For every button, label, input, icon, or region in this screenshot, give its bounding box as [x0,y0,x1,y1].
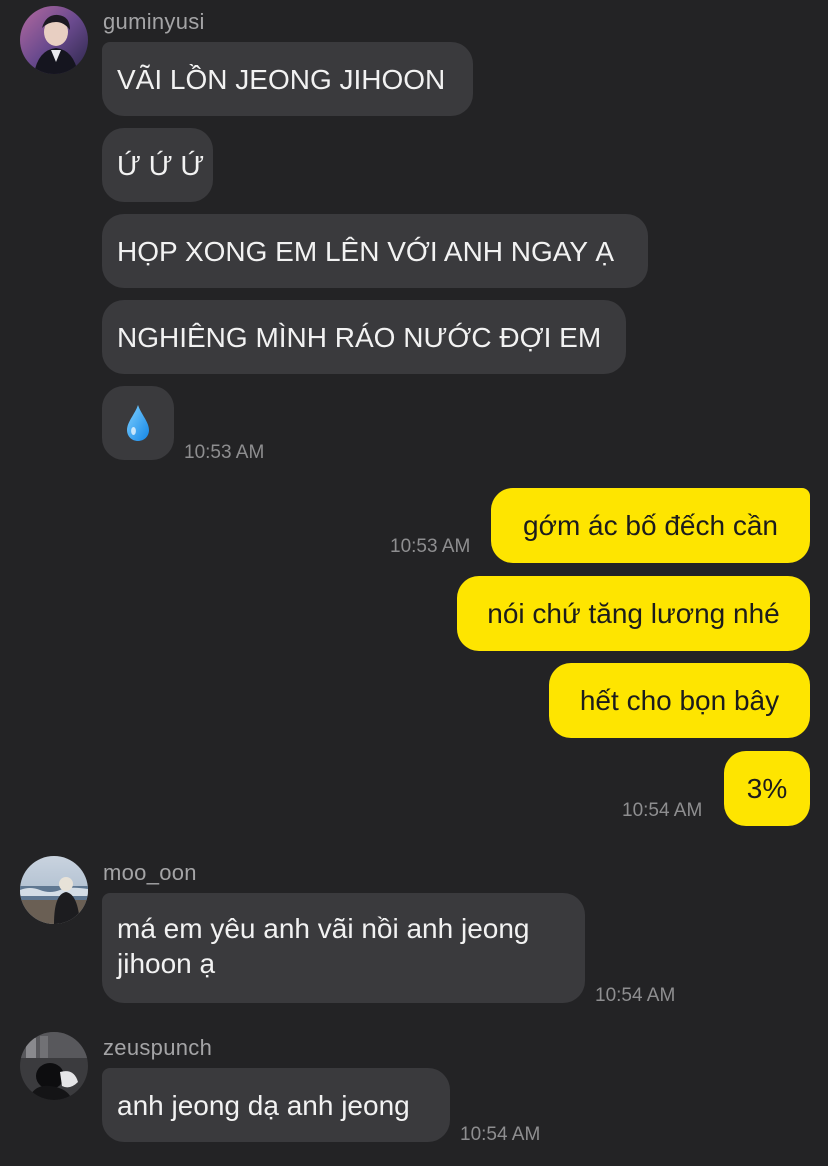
message-bubble[interactable]: VÃI LỒN JEONG JIHOON [102,42,473,116]
avatar-guminyusi[interactable] [20,6,88,74]
message-text: 3% [746,773,788,804]
water-drop-icon [127,405,149,441]
chat-view: guminyusi VÃI LỒN JEONG JIHOON Ứ Ứ Ứ HỌP… [0,0,828,1166]
message-text: nói chứ tăng lương nhé [487,598,780,629]
message-text: hết cho bọn bây [579,685,780,716]
message-bubble[interactable]: HỌP XONG EM LÊN VỚI ANH NGAY Ạ [102,214,648,288]
message-text: Ứ Ứ Ứ [117,149,205,181]
avatar-moo-oon[interactable] [20,856,88,924]
message-bubble[interactable] [102,386,174,460]
message-text: má em yêu anh vãi nồi anh jeong jihoon ạ [117,913,530,979]
sender-name: zeuspunch [103,1035,213,1060]
timestamp: 10:53 AM [390,536,471,557]
timestamp: 10:54 AM [460,1124,541,1145]
message-text: anh jeong dạ anh jeong [117,1089,410,1121]
message-bubble[interactable]: Ứ Ứ Ứ [102,128,213,202]
sender-name: guminyusi [103,9,205,34]
message-text: gớm ác bố đếch cần [523,510,778,541]
message-text: NGHIÊNG MÌNH RÁO NƯỚC ĐỢI EM [117,321,602,353]
profile-photo-guminyusi [20,6,88,74]
timestamp: 10:53 AM [184,442,265,463]
profile-photo-moo-oon [20,856,88,924]
timestamp: 10:54 AM [595,985,676,1006]
message-bubble[interactable]: má em yêu anh vãi nồi anh jeong jihoon ạ [102,893,585,1003]
sender-name: moo_oon [103,860,197,885]
avatar-zeuspunch[interactable] [20,1032,88,1100]
timestamp: 10:54 AM [622,800,703,821]
outgoing-message-bubble[interactable]: nói chứ tăng lương nhé [457,576,810,651]
profile-photo-zeuspunch [20,1032,88,1100]
message-text: HỌP XONG EM LÊN VỚI ANH NGAY Ạ [117,235,615,267]
outgoing-message-bubble[interactable]: hết cho bọn bây [549,663,810,738]
message-text: VÃI LỒN JEONG JIHOON [117,63,446,95]
message-bubble[interactable]: anh jeong dạ anh jeong [102,1068,450,1142]
outgoing-message-bubble[interactable]: gớm ác bố đếch cần [491,488,810,563]
message-bubble[interactable]: NGHIÊNG MÌNH RÁO NƯỚC ĐỢI EM [102,300,626,374]
outgoing-message-bubble[interactable]: 3% [724,751,810,826]
